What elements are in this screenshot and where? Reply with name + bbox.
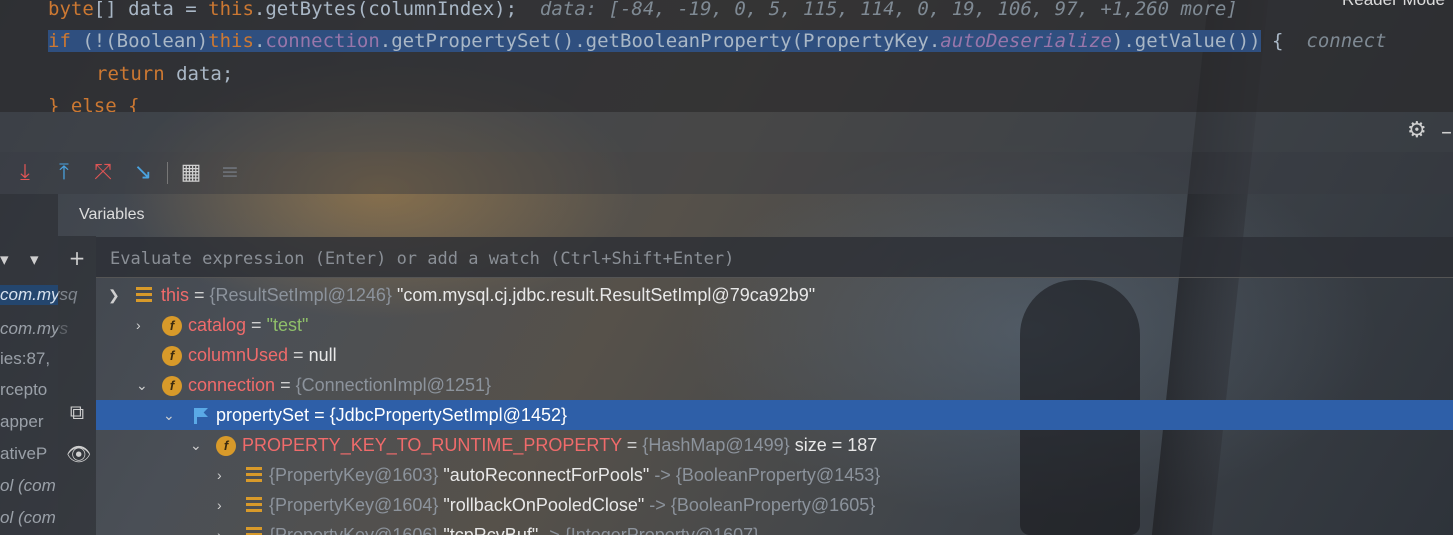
step-out-icon[interactable]: ⤒ xyxy=(52,160,76,186)
inline-debug-hint: data: [-84, -19, 0, 5, 115, 114, 0, 19, … xyxy=(539,0,1238,20)
variables-title: Variables xyxy=(79,206,145,223)
reader-mode-label[interactable]: Reader Mode xyxy=(1342,0,1445,10)
chevron-down-icon[interactable]: ▾ xyxy=(30,250,39,270)
variables-tree: ❯ this = {ResultSetImpl@1246} "com.mysql… xyxy=(96,280,1453,535)
entry-icon xyxy=(246,497,262,513)
run-to-cursor-icon[interactable]: ↘ xyxy=(131,160,155,186)
tree-row-map-entry[interactable]: › {PropertyKey@1604} "rollbackOnPooledCl… xyxy=(96,490,1453,520)
add-watch-icon[interactable]: + xyxy=(66,246,88,270)
entry-icon xyxy=(246,527,262,535)
frame-item[interactable]: ativeP xyxy=(0,444,47,464)
code-line-2: if (!(Boolean)this.connection.getPropert… xyxy=(48,30,1387,52)
object-icon xyxy=(136,287,152,303)
code-line-3: return data; xyxy=(96,63,234,85)
watch-flag-icon xyxy=(194,408,208,424)
tree-row-catalog[interactable]: › f catalog = "test" xyxy=(96,310,1453,340)
trace-icon[interactable]: ≡ xyxy=(218,160,242,186)
evaluate-expression-input[interactable] xyxy=(108,246,1402,272)
tree-row-propertyset[interactable]: ⌄ propertySet = {JdbcPropertySetImpl@145… xyxy=(96,400,1453,430)
code-line-1: byte[] data = this.getBytes(columnIndex)… xyxy=(48,0,1238,20)
chevron-down-icon[interactable]: ❯ xyxy=(108,280,122,310)
field-icon: f xyxy=(162,346,182,366)
field-icon: f xyxy=(216,436,236,456)
minimize-icon[interactable]: – xyxy=(1441,120,1452,145)
tree-row-map-entry[interactable]: › {PropertyKey@1606} "tcpRcvBuf" -> {Int… xyxy=(96,520,1453,535)
variables-side-toolbar xyxy=(58,236,96,535)
tree-row-property-map[interactable]: ⌄ f PROPERTY_KEY_TO_RUNTIME_PROPERTY = {… xyxy=(96,430,1453,460)
inline-debug-hint-2: connect xyxy=(1306,30,1387,52)
eye-icon[interactable]: 👁 xyxy=(66,442,91,466)
frame-item[interactable]: ol (com xyxy=(0,476,56,496)
frame-item[interactable]: rcepto xyxy=(0,380,47,400)
filter-icon[interactable]: ▾ xyxy=(0,250,9,270)
frame-item[interactable]: apper xyxy=(0,412,43,432)
frame-item[interactable]: com.mysq xyxy=(0,285,77,305)
evaluate-expression-icon[interactable]: ▦ xyxy=(179,160,203,186)
chevron-down-icon[interactable]: ⌄ xyxy=(163,400,177,430)
chevron-right-icon[interactable]: › xyxy=(217,520,231,535)
chevron-down-icon[interactable]: ⌄ xyxy=(190,430,204,460)
frame-item[interactable]: ies:87, xyxy=(0,349,50,369)
tree-row-connection[interactable]: ⌄ f connection = {ConnectionImpl@1251} xyxy=(96,370,1453,400)
copy-icon[interactable]: ⧉ xyxy=(66,400,88,424)
code-line-4: } else { xyxy=(48,95,140,112)
drop-frame-icon[interactable]: ⤧ xyxy=(91,160,115,186)
frames-list: ▾ ▾ com.mysq com.mys ies:87, rcepto appe… xyxy=(0,194,77,535)
code-editor[interactable]: byte[] data = this.getBytes(columnIndex)… xyxy=(0,0,1453,112)
chevron-right-icon[interactable]: › xyxy=(217,490,231,520)
tree-row-columnused[interactable]: f columnUsed = null xyxy=(96,340,1453,370)
step-into-icon[interactable]: ⤓ xyxy=(13,160,37,186)
field-icon: f xyxy=(162,376,182,396)
toolbar-separator xyxy=(167,162,168,184)
chevron-right-icon[interactable]: › xyxy=(136,310,150,340)
chevron-right-icon[interactable]: › xyxy=(217,460,231,490)
chevron-down-icon[interactable]: ⌄ xyxy=(136,370,150,400)
tree-row-this[interactable]: ❯ this = {ResultSetImpl@1246} "com.mysql… xyxy=(96,280,1453,310)
tree-row-map-entry[interactable]: › {PropertyKey@1603} "autoReconnectForPo… xyxy=(96,460,1453,490)
gear-icon[interactable]: ⚙ xyxy=(1407,120,1429,142)
field-icon: f xyxy=(162,316,182,336)
var-name: this xyxy=(161,285,190,305)
frame-item[interactable]: ol (com xyxy=(0,508,56,528)
entry-icon xyxy=(246,467,262,483)
debug-panel-header xyxy=(0,112,1453,152)
